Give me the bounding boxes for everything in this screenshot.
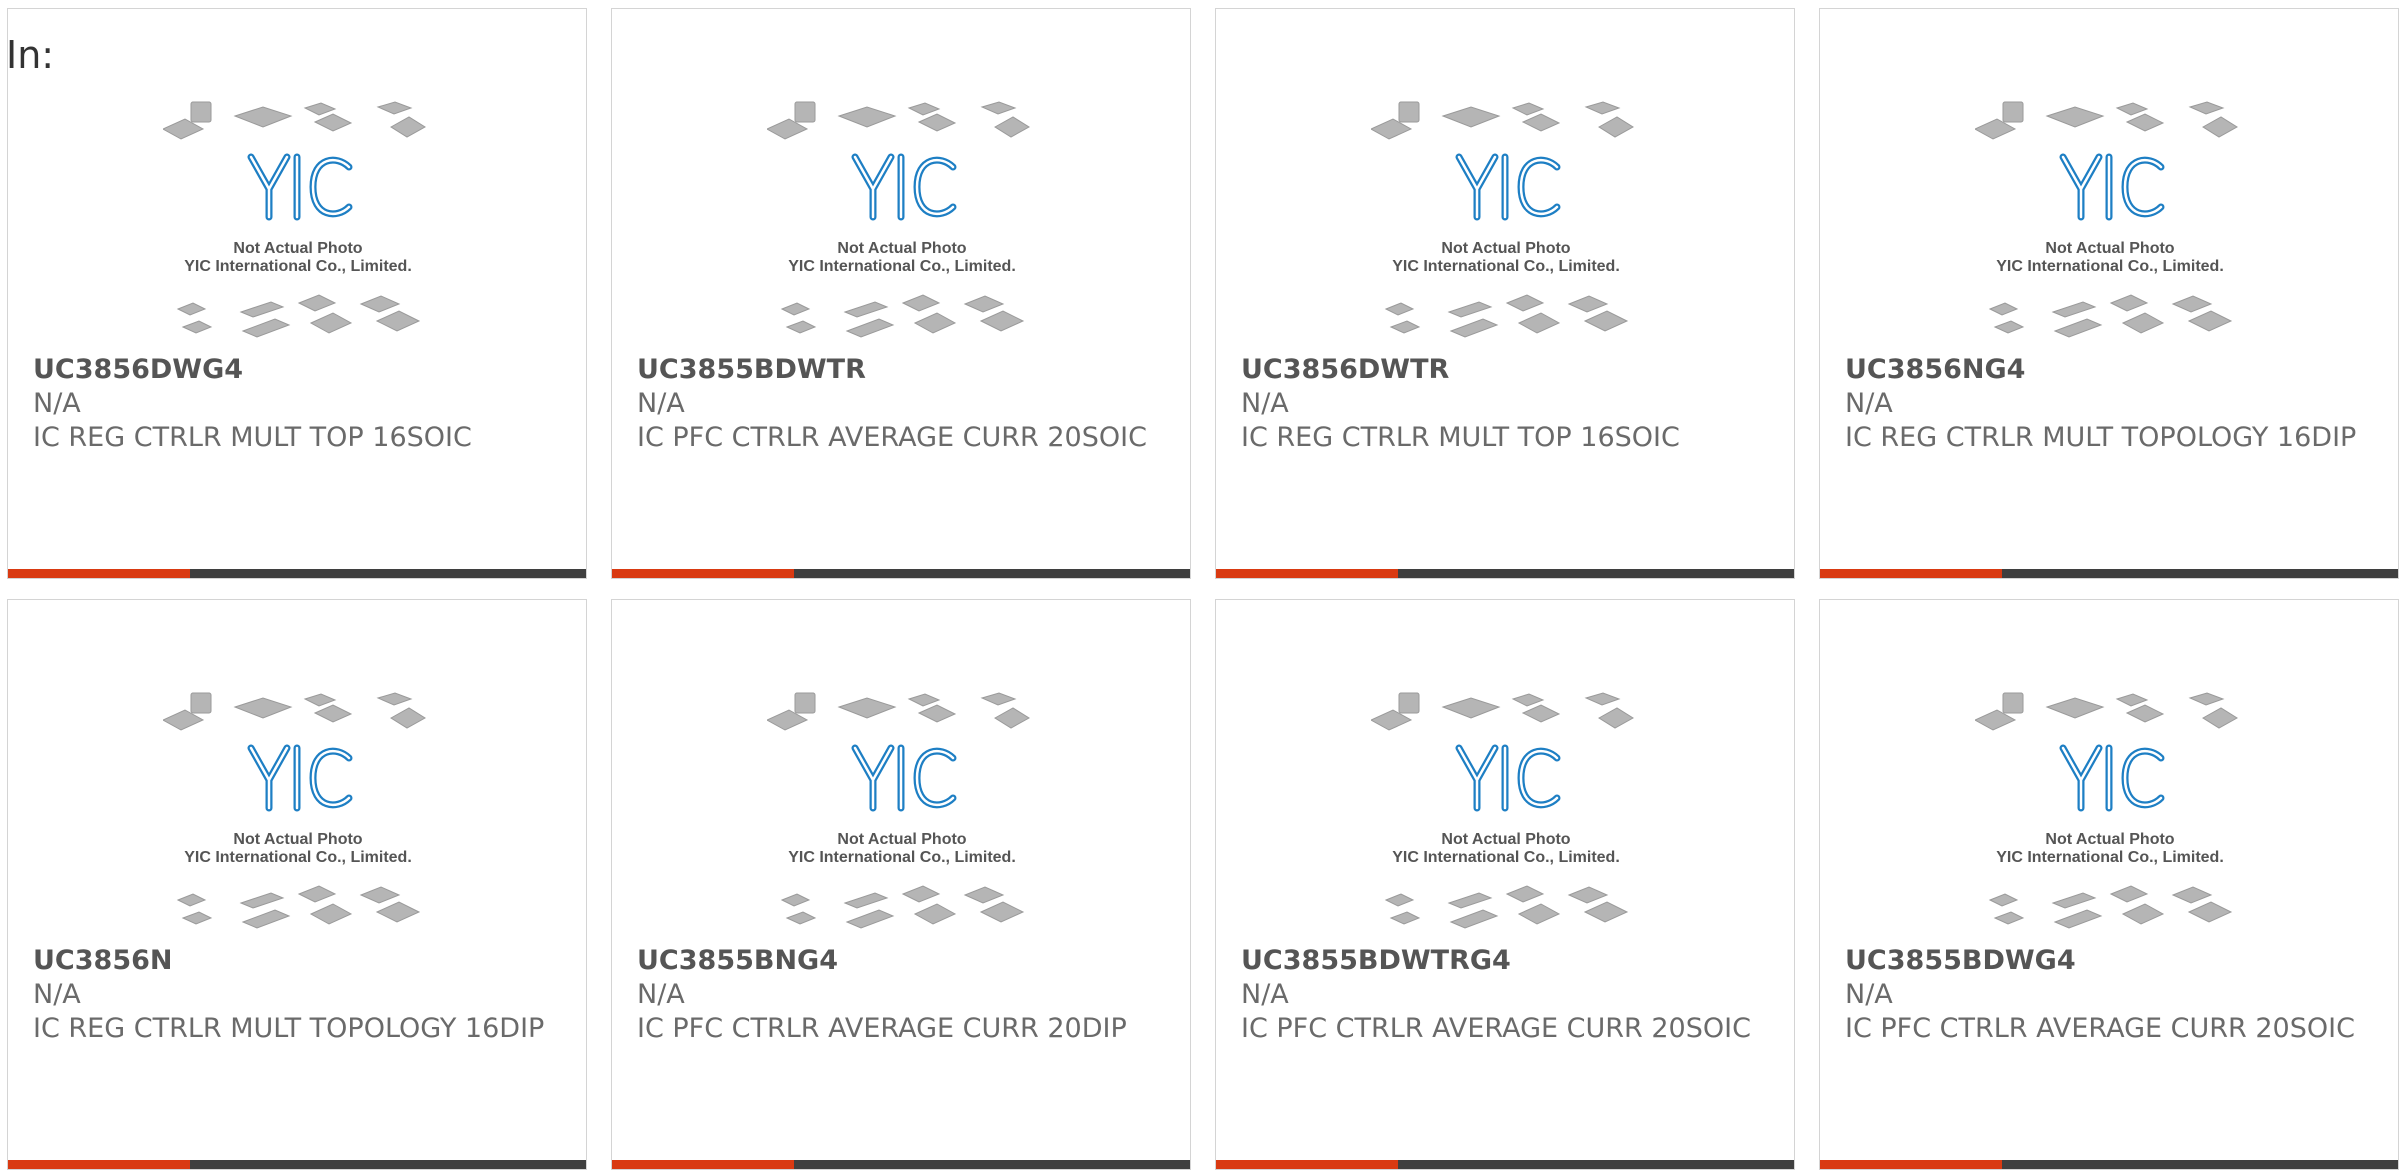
product-card[interactable]: Not Actual Photo YIC International Co., … bbox=[611, 8, 1191, 579]
product-card[interactable]: Not Actual Photo YIC International Co., … bbox=[7, 8, 587, 579]
image-caption: Not Actual Photo bbox=[2045, 831, 2175, 848]
manufacturer: N/A bbox=[1845, 388, 1893, 419]
product-card[interactable]: Not Actual Photo YIC International Co., … bbox=[611, 599, 1191, 1170]
product-image[interactable]: Not Actual Photo YIC International Co., … bbox=[1371, 99, 1641, 344]
image-caption: Not Actual Photo bbox=[2045, 240, 2175, 257]
card-bar bbox=[612, 1160, 1190, 1169]
product-description: IC REG CTRLR MULT TOPOLOGY 16DIP bbox=[33, 1013, 545, 1044]
image-caption: YIC International Co., Limited. bbox=[788, 258, 1016, 275]
placeholder-image bbox=[163, 692, 426, 929]
manufacturer: N/A bbox=[637, 388, 685, 419]
part-number-link[interactable]: UC3856NG4 bbox=[1845, 353, 2385, 387]
product-card[interactable]: Not Actual Photo YIC International Co., … bbox=[1819, 599, 2399, 1170]
yic-logo-icon bbox=[247, 744, 353, 812]
product-info: UC3855BDWG4 N/A IC PFC CTRLR AVERAGE CUR… bbox=[1845, 944, 2385, 1046]
image-caption: YIC International Co., Limited. bbox=[184, 849, 412, 866]
manufacturer: N/A bbox=[1845, 979, 1893, 1010]
card-bar-accent bbox=[1820, 1160, 2002, 1169]
manufacturer: N/A bbox=[1241, 388, 1289, 419]
card-bar-accent bbox=[1216, 1160, 1398, 1169]
card-bar-accent bbox=[612, 1160, 794, 1169]
product-grid: Not Actual Photo YIC International Co., … bbox=[7, 8, 2399, 1170]
placeholder-image bbox=[1371, 692, 1634, 929]
image-caption: Not Actual Photo bbox=[837, 831, 967, 848]
card-bar-accent bbox=[1820, 569, 2002, 578]
placeholder-image bbox=[767, 692, 1030, 929]
product-info: UC3856DWTR N/A IC REG CTRLR MULT TOP 16S… bbox=[1241, 353, 1781, 455]
product-image[interactable]: Not Actual Photo YIC International Co., … bbox=[1975, 690, 2245, 935]
yic-logo-icon bbox=[851, 153, 957, 221]
image-caption: YIC International Co., Limited. bbox=[1996, 849, 2224, 866]
yic-logo-icon bbox=[1455, 744, 1561, 812]
product-image[interactable]: Not Actual Photo YIC International Co., … bbox=[1371, 690, 1641, 935]
placeholder-image bbox=[1975, 692, 2238, 929]
image-caption: Not Actual Photo bbox=[837, 240, 967, 257]
product-description: IC REG CTRLR MULT TOPOLOGY 16DIP bbox=[1845, 422, 2357, 453]
product-info: UC3856DWG4 N/A IC REG CTRLR MULT TOP 16S… bbox=[33, 353, 573, 455]
product-description: IC PFC CTRLR AVERAGE CURR 20DIP bbox=[637, 1013, 1127, 1044]
part-number-link[interactable]: UC3855BDWTRG4 bbox=[1241, 944, 1781, 978]
card-bar bbox=[8, 569, 586, 578]
image-caption: YIC International Co., Limited. bbox=[788, 849, 1016, 866]
product-info: UC3855BDWTR N/A IC PFC CTRLR AVERAGE CUR… bbox=[637, 353, 1177, 455]
page-label: In: bbox=[6, 33, 55, 77]
part-number-link[interactable]: UC3856DWTR bbox=[1241, 353, 1781, 387]
product-image[interactable]: Not Actual Photo YIC International Co., … bbox=[163, 690, 433, 935]
placeholder-image bbox=[1371, 101, 1634, 338]
manufacturer: N/A bbox=[33, 388, 81, 419]
product-description: IC PFC CTRLR AVERAGE CURR 20SOIC bbox=[637, 422, 1147, 453]
product-card[interactable]: Not Actual Photo YIC International Co., … bbox=[1819, 8, 2399, 579]
card-bar bbox=[1216, 569, 1794, 578]
card-bar bbox=[612, 569, 1190, 578]
manufacturer: N/A bbox=[33, 979, 81, 1010]
product-info: UC3855BNG4 N/A IC PFC CTRLR AVERAGE CURR… bbox=[637, 944, 1177, 1046]
yic-logo-icon bbox=[851, 744, 957, 812]
part-number-link[interactable]: UC3855BDWTR bbox=[637, 353, 1177, 387]
image-caption: Not Actual Photo bbox=[1441, 831, 1571, 848]
yic-logo-icon bbox=[2059, 744, 2165, 812]
card-bar bbox=[1820, 1160, 2398, 1169]
product-image[interactable]: Not Actual Photo YIC International Co., … bbox=[1975, 99, 2245, 344]
product-info: UC3856NG4 N/A IC REG CTRLR MULT TOPOLOGY… bbox=[1845, 353, 2385, 455]
card-bar bbox=[1216, 1160, 1794, 1169]
yic-logo-icon bbox=[247, 153, 353, 221]
product-card[interactable]: Not Actual Photo YIC International Co., … bbox=[1215, 599, 1795, 1170]
image-caption: YIC International Co., Limited. bbox=[1392, 849, 1620, 866]
product-description: IC PFC CTRLR AVERAGE CURR 20SOIC bbox=[1845, 1013, 2355, 1044]
image-caption: YIC International Co., Limited. bbox=[1996, 258, 2224, 275]
card-bar-accent bbox=[8, 569, 190, 578]
product-description: IC REG CTRLR MULT TOP 16SOIC bbox=[1241, 422, 1680, 453]
image-caption: Not Actual Photo bbox=[233, 240, 363, 257]
yic-logo-icon bbox=[1455, 153, 1561, 221]
part-number-link[interactable]: UC3855BNG4 bbox=[637, 944, 1177, 978]
card-bar bbox=[8, 1160, 586, 1169]
image-caption: Not Actual Photo bbox=[233, 831, 363, 848]
placeholder-image bbox=[163, 101, 426, 338]
manufacturer: N/A bbox=[1241, 979, 1289, 1010]
part-number-link[interactable]: UC3856N bbox=[33, 944, 573, 978]
part-number-link[interactable]: UC3855BDWG4 bbox=[1845, 944, 2385, 978]
product-image[interactable]: Not Actual Photo YIC International Co., … bbox=[163, 99, 433, 344]
card-bar bbox=[1820, 569, 2398, 578]
product-card[interactable]: Not Actual Photo YIC International Co., … bbox=[1215, 8, 1795, 579]
product-description: IC REG CTRLR MULT TOP 16SOIC bbox=[33, 422, 472, 453]
yic-logo-icon bbox=[2059, 153, 2165, 221]
card-bar-accent bbox=[8, 1160, 190, 1169]
placeholder-image bbox=[767, 101, 1030, 338]
part-number-link[interactable]: UC3856DWG4 bbox=[33, 353, 573, 387]
manufacturer: N/A bbox=[637, 979, 685, 1010]
placeholder-image bbox=[1975, 101, 2238, 338]
product-info: UC3856N N/A IC REG CTRLR MULT TOPOLOGY 1… bbox=[33, 944, 573, 1046]
card-bar-accent bbox=[612, 569, 794, 578]
image-caption: Not Actual Photo bbox=[1441, 240, 1571, 257]
image-caption: YIC International Co., Limited. bbox=[184, 258, 412, 275]
card-bar-accent bbox=[1216, 569, 1398, 578]
image-caption: YIC International Co., Limited. bbox=[1392, 258, 1620, 275]
product-image[interactable]: Not Actual Photo YIC International Co., … bbox=[767, 99, 1037, 344]
product-image[interactable]: Not Actual Photo YIC International Co., … bbox=[767, 690, 1037, 935]
product-description: IC PFC CTRLR AVERAGE CURR 20SOIC bbox=[1241, 1013, 1751, 1044]
product-card[interactable]: Not Actual Photo YIC International Co., … bbox=[7, 599, 587, 1170]
product-info: UC3855BDWTRG4 N/A IC PFC CTRLR AVERAGE C… bbox=[1241, 944, 1781, 1046]
